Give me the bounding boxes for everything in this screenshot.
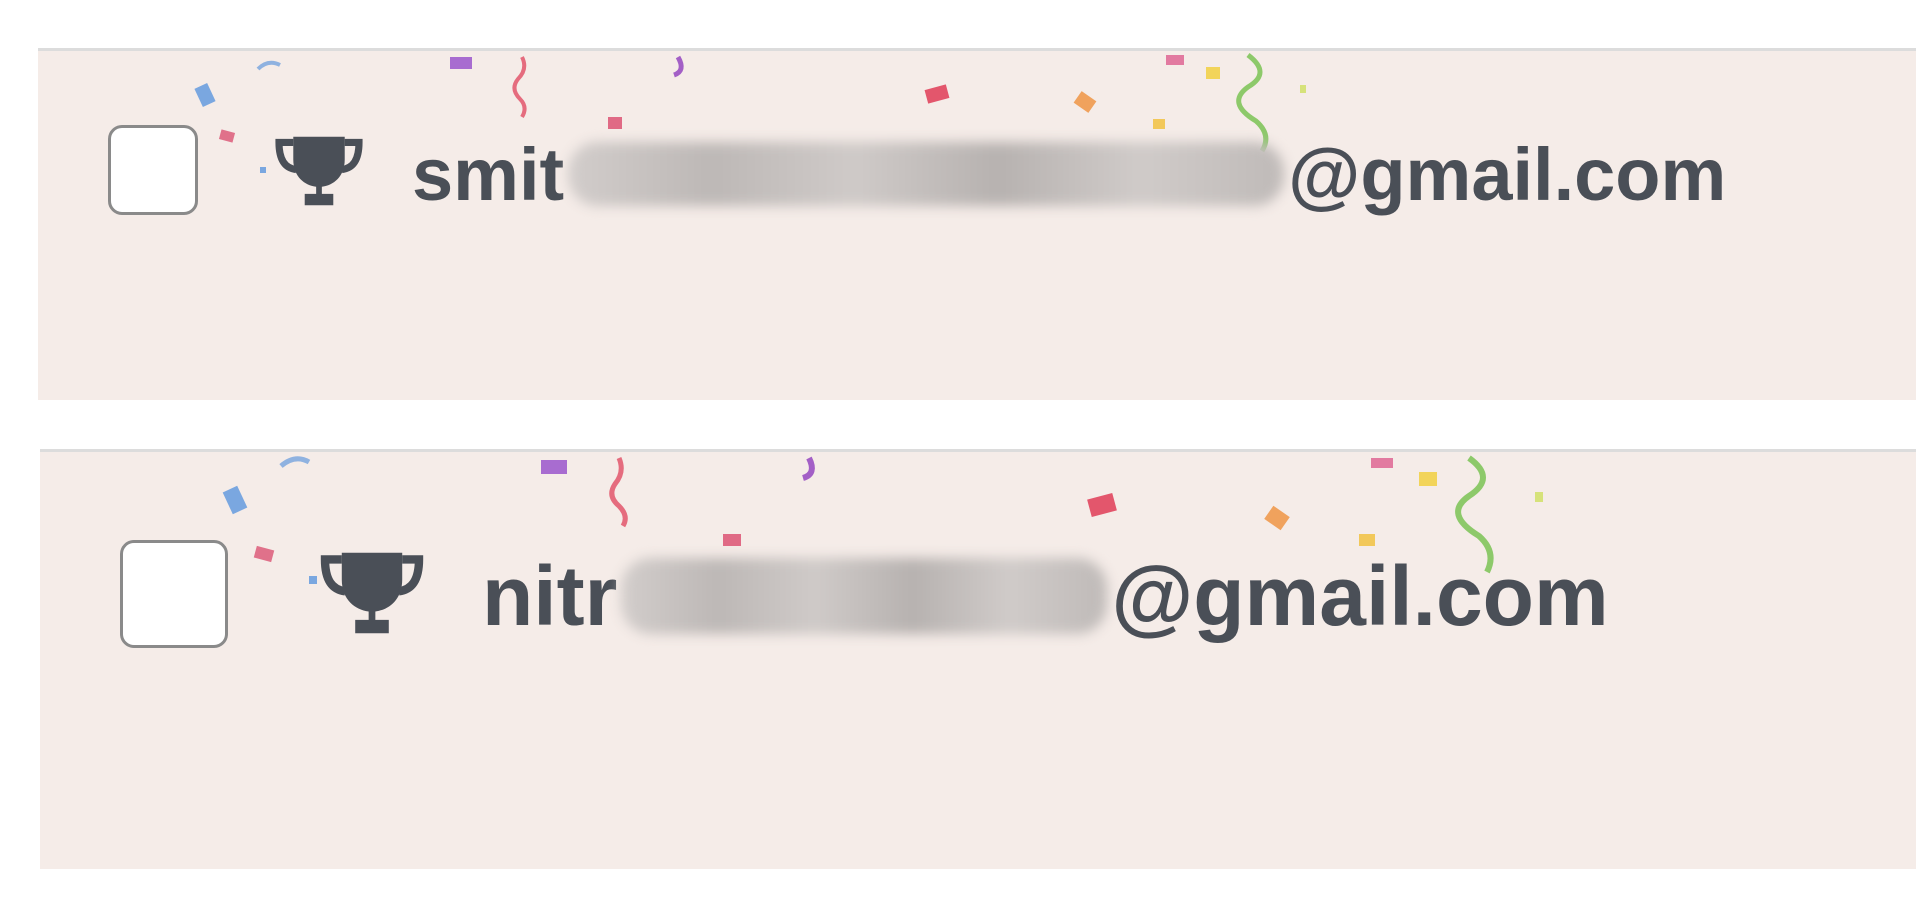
redacted-text [621,558,1108,634]
select-checkbox[interactable] [108,125,198,215]
trophy-icon [275,136,363,206]
redacted-text [568,142,1285,206]
email-prefix: smit [412,132,565,216]
email-suffix: @gmail.com [1111,548,1609,643]
list-item[interactable]: smit @gmail.com [38,48,1916,400]
trophy-icon [320,552,424,634]
email-address: smit @gmail.com [412,129,1726,219]
select-checkbox[interactable] [120,540,228,648]
email-prefix: nitr [482,548,618,643]
list-item[interactable]: nitr @gmail.com [40,449,1916,869]
email-address: nitr @gmail.com [482,546,1609,646]
email-suffix: @gmail.com [1288,132,1727,216]
